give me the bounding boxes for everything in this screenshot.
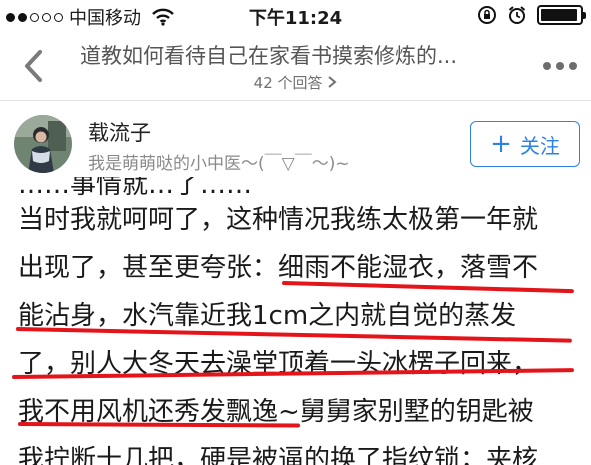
navigation-bar: 道教如何看待自己在家看书摸索修炼的... 42 个回答 xyxy=(0,34,591,98)
alarm-icon xyxy=(508,6,526,24)
author-bar: 载流子 我是萌萌哒的小中医～(￣▽￣～)~ + 关注 xyxy=(0,101,591,177)
battery-level xyxy=(541,9,578,21)
answer-count-link[interactable]: 42 个回答 xyxy=(0,72,591,93)
author-avatar[interactable] xyxy=(14,115,72,173)
content-line-2: 出现了，甚至更夸张：细雨不能湿衣，落雪不 xyxy=(18,253,539,283)
answer-count-label: 42 个回答 xyxy=(253,74,323,92)
orientation-lock-icon xyxy=(478,6,496,24)
content-line-6: 我拧断十几把，硬是被逼的换了指纹锁；夹核 xyxy=(18,445,539,465)
author-bio: 我是萌萌哒的小中医～(￣▽￣～)~ xyxy=(88,154,350,174)
author-name[interactable]: 载流子 xyxy=(88,117,151,147)
follow-label: 关注 xyxy=(519,133,560,158)
plus-icon: + xyxy=(490,129,512,159)
battery-icon xyxy=(537,5,586,25)
content-line-1: 当时我就呵呵了，这种情况我练太极第一年就 xyxy=(18,205,539,235)
more-options-icon[interactable] xyxy=(543,62,577,70)
cut-off-line: ……事情就…了…… xyxy=(18,177,253,200)
status-bar: 中国移动 下午11:24 xyxy=(0,0,591,34)
content-line-3: 能沾身，水汽靠近我1cm之内就自觉的蒸发 xyxy=(18,301,517,331)
status-right xyxy=(477,5,586,25)
question-title[interactable]: 道教如何看待自己在家看书摸索修炼的... xyxy=(80,40,520,70)
answer-content: ……事情就…了…… 当时我就呵呵了，这种情况我练太极第一年就 出现了，甚至更夸张… xyxy=(0,177,591,465)
follow-button[interactable]: + 关注 xyxy=(470,121,580,167)
chevron-right-icon xyxy=(328,76,337,88)
